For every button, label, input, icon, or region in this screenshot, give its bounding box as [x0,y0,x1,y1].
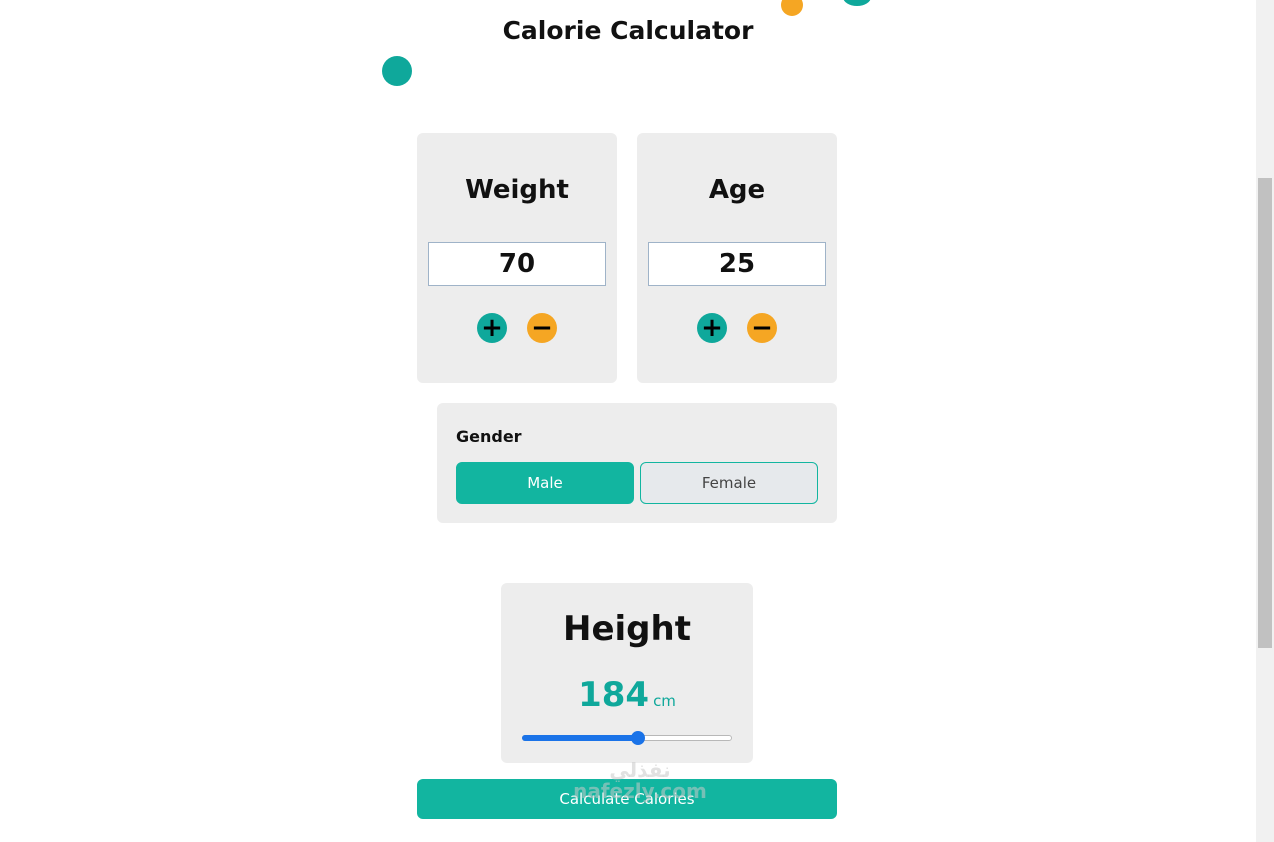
weight-increment-button[interactable]: + [477,313,507,343]
weight-card: Weight + − [417,133,617,383]
minus-icon: − [531,313,553,343]
page-title: Calorie Calculator [502,16,754,45]
slider-thumb[interactable] [630,731,645,745]
age-card: Age + − [637,133,837,383]
gender-card: Gender Male Female [437,403,837,523]
minus-icon: − [751,313,773,343]
height-unit: cm [653,692,676,710]
age-label: Age [708,175,766,205]
plus-icon: + [481,313,503,343]
weight-label: Weight [465,175,569,205]
page-scrollbar[interactable] [1256,0,1274,842]
watermark-arabic: نفذلي [609,758,671,782]
gender-male-button[interactable]: Male [456,462,634,504]
gender-female-button[interactable]: Female [640,462,818,504]
height-slider[interactable] [522,731,732,745]
height-readout: 184 cm [501,675,753,715]
calculate-button[interactable]: Calculate Calories [417,779,837,819]
plus-icon: + [701,313,723,343]
age-increment-button[interactable]: + [697,313,727,343]
height-value: 184 [578,675,650,715]
height-card: Height 184 cm [501,583,753,763]
weight-input[interactable] [428,242,606,286]
gender-label: Gender [456,427,522,446]
slider-fill [522,735,638,741]
decorative-dot [382,56,412,86]
height-label: Height [563,609,691,649]
age-input[interactable] [648,242,826,286]
scrollbar-thumb[interactable] [1258,178,1272,648]
decorative-dot [843,0,871,6]
decorative-dot [781,0,803,16]
weight-decrement-button[interactable]: − [527,313,557,343]
age-decrement-button[interactable]: − [747,313,777,343]
